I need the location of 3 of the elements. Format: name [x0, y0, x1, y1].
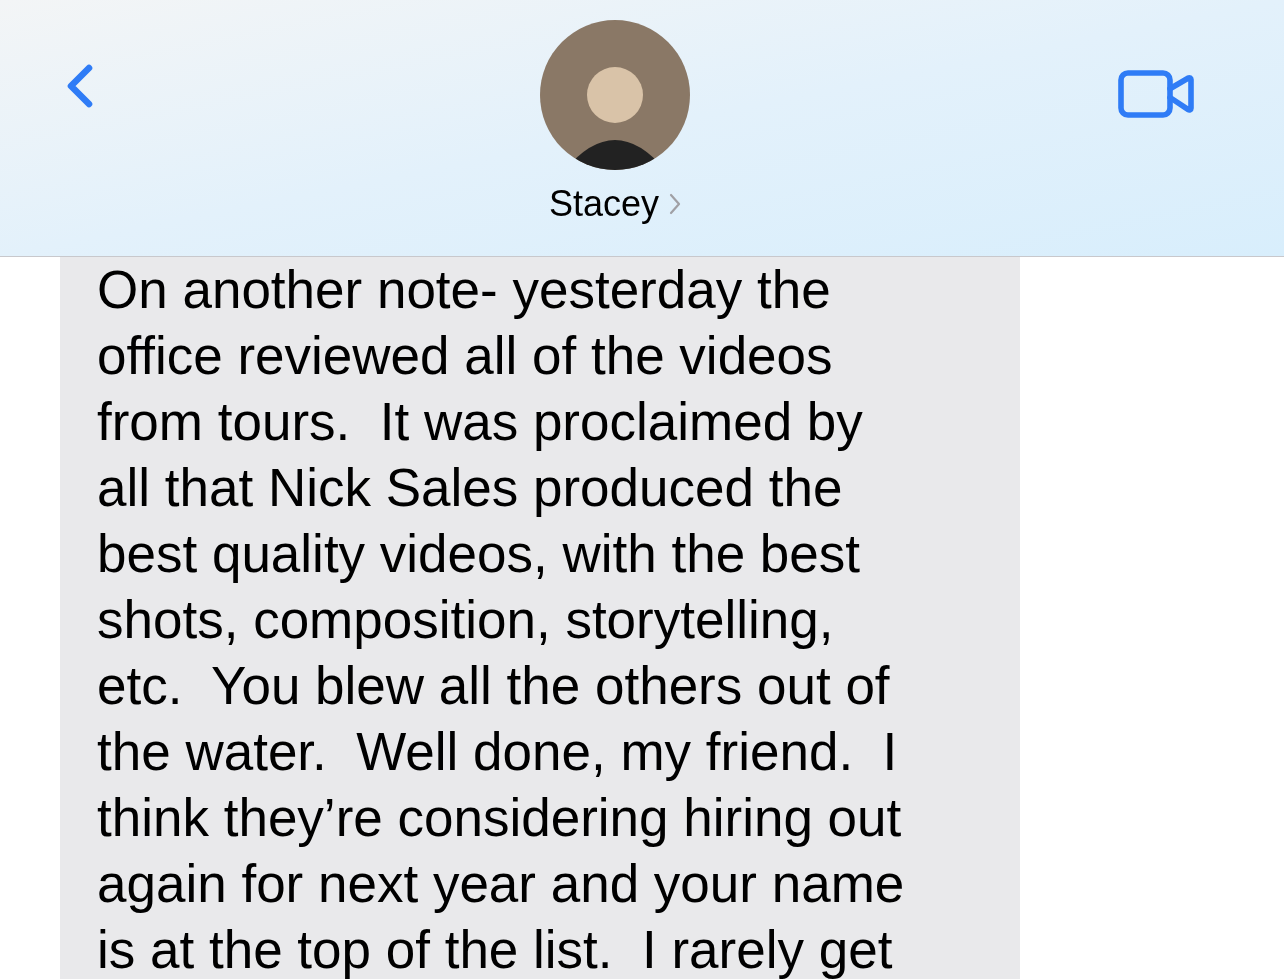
contact-name[interactable]: Stacey	[548, 186, 682, 222]
message-text: On another note- yesterday the office reviewed all of the videos from tours. It was proclaimed by all that Nick Sales produced the best quality videos, with the best shots, composition, storytelling, etc. You blew all the others out of the water. Well done, my friend. I think they’re considering hiring out again for next year and your name is at the top of the list. I rarely get	[97, 259, 906, 979]
chevron-icon	[669, 193, 682, 215]
